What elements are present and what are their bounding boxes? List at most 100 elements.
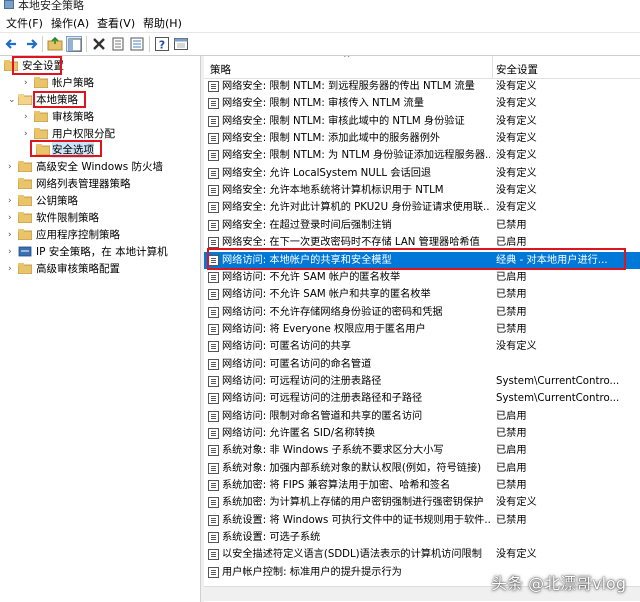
table-row[interactable]: 系统设置: 可选子系统 (204, 529, 640, 546)
back-icon[interactable] (4, 36, 20, 52)
policy-name: 网络安全: 限制 NTLM: 审核传入 NTLM 流量 (222, 98, 424, 110)
help-icon[interactable]: ? (154, 36, 170, 52)
table-row[interactable]: 网络访问: 可匿名访问的命名管道 (204, 356, 640, 373)
menu-action[interactable]: 操作(A) (51, 15, 89, 31)
menu-help[interactable]: 帮助(H) (143, 15, 182, 31)
chevron-right-icon[interactable]: › (8, 193, 18, 209)
toolbar-divider (86, 36, 87, 52)
tree-node-firewall[interactable]: › 高级安全 Windows 防火墙 (0, 159, 200, 175)
column-divider[interactable] (492, 56, 493, 78)
properties-icon[interactable] (110, 36, 126, 52)
annotation-box (33, 91, 86, 108)
table-row[interactable]: 网络访问: 将 Everyone 权限应用于匿名用户 已禁用 (204, 321, 640, 338)
table-row[interactable]: 网络安全: 在超过登录时间后强制注销 已禁用 (204, 217, 640, 234)
chevron-right-icon[interactable]: › (8, 227, 18, 243)
policy-name: 系统对象: 加强内部系统对象的默认权限(例如，符号链接) (222, 462, 482, 474)
table-row[interactable]: 系统对象: 加强内部系统对象的默认权限(例如，符号链接) 已启用 (204, 460, 640, 477)
policy-icon (208, 462, 219, 474)
policy-icon (208, 375, 219, 387)
tree-label: 公钥策略 (36, 195, 78, 207)
policy-setting: 已启用 (496, 462, 527, 474)
console-icon[interactable] (173, 36, 189, 52)
policy-name: 系统设置: 可选子系统 (222, 532, 321, 544)
policy-icon (208, 289, 219, 301)
policy-setting: 没有定义 (496, 341, 537, 353)
tree-node-advanced-audit[interactable]: › 高级审核策略配置 (0, 261, 200, 277)
table-row[interactable]: 网络安全: 允许本地系统将计算机标识用于 NTLM 没有定义 (204, 182, 640, 199)
toolbar: ? (0, 33, 640, 56)
policy-icon (208, 497, 219, 509)
export-list-icon[interactable] (129, 36, 145, 52)
tree-node-local-policy[interactable]: ⌄ 本地策略 (0, 92, 200, 108)
table-row[interactable]: 系统对象: 非 Windows 子系统不要求区分大小写 已启用 (204, 442, 640, 459)
policy-setting: 没有定义 (496, 81, 537, 92)
table-row[interactable]: 网络访问: 可匿名访问的共享 没有定义 (204, 338, 640, 355)
tree-label: IP 安全策略，在 本地计算机 (36, 246, 168, 258)
tree-node-app-control[interactable]: › 应用程序控制策略 (0, 227, 200, 243)
policy-icon (208, 410, 219, 422)
delete-icon[interactable] (91, 36, 107, 52)
column-header-policy[interactable]: 策略 (210, 62, 231, 77)
chevron-down-icon[interactable]: ⌄ (8, 92, 18, 108)
up-folder-icon[interactable] (47, 36, 63, 52)
policy-icon (208, 150, 219, 162)
policy-name: 系统设置: 将 Windows 可执行文件中的证书规则用于软件... (222, 514, 490, 526)
table-row[interactable]: 系统加密: 将 FIPS 兼容算法用于加密、哈希和签名 已禁用 (204, 477, 640, 494)
policy-name: 以安全描述符定义语言(SDDL)语法表示的计算机访问限制 (222, 549, 482, 561)
policy-setting: 没有定义 (496, 202, 537, 214)
policy-icon (208, 219, 219, 231)
table-row[interactable]: 网络访问: 可远程访问的注册表路径和子路径 System\CurrentContr… (204, 390, 640, 407)
annotation-box (12, 56, 62, 75)
chevron-right-icon[interactable]: › (24, 75, 34, 91)
policy-setting: 已禁用 (496, 289, 527, 301)
table-row[interactable]: 网络安全: 限制 NTLM: 审核此域中的 NTLM 身份验证 没有定义 (204, 113, 640, 130)
chevron-right-icon[interactable]: › (8, 210, 18, 226)
annotation-box (30, 140, 102, 157)
policy-name: 网络访问: 允许匿名 SID/名称转换 (222, 428, 375, 439)
table-row[interactable]: 系统加密: 为计算机上存储的用户密钥强制进行强密钥保护 没有定义 (204, 494, 640, 511)
table-row[interactable]: 网络访问: 可远程访问的注册表路径 System\CurrentContro... (204, 373, 640, 390)
policy-icon (208, 566, 219, 578)
policy-icon (208, 428, 219, 439)
table-row[interactable]: 网络安全: 允许 LocalSystem NULL 会话回退 没有定义 (204, 165, 640, 182)
table-row[interactable]: 网络访问: 不允许存储网络身份验证的密码和凭据 已禁用 (204, 304, 640, 321)
policy-name: 网络访问: 不允许存储网络身份验证的密码和凭据 (222, 306, 443, 318)
show-tree-icon[interactable] (66, 36, 82, 52)
table-row[interactable]: 网络访问: 允许匿名 SID/名称转换 已禁用 (204, 425, 640, 442)
forward-icon[interactable] (23, 36, 39, 52)
tree-node-public-key[interactable]: › 公钥策略 (0, 193, 200, 209)
menu-view[interactable]: 查看(V) (97, 15, 135, 31)
table-row[interactable]: 以安全描述符定义语言(SDDL)语法表示的计算机访问限制 没有定义 (204, 546, 640, 563)
policy-setting: 已禁用 (496, 219, 527, 231)
policy-name: 网络安全: 允许对此计算机的 PKU2U 身份验证请求使用联... (222, 202, 490, 214)
policy-icon (208, 202, 219, 214)
table-row[interactable]: 系统设置: 将 Windows 可执行文件中的证书规则用于软件... 已禁用 (204, 512, 640, 529)
chevron-right-icon[interactable]: › (8, 261, 18, 277)
table-row[interactable]: 网络安全: 允许对此计算机的 PKU2U 身份验证请求使用联... 没有定义 (204, 199, 640, 216)
chevron-right-icon[interactable]: › (8, 244, 18, 260)
policy-icon (208, 341, 219, 353)
policy-icon (208, 185, 219, 197)
toolbar-divider (42, 36, 43, 52)
chevron-right-icon[interactable]: › (24, 109, 34, 125)
table-row[interactable]: 网络访问: 不允许 SAM 帐户和共享的匿名枚举 已禁用 (204, 286, 640, 303)
policy-setting: System\CurrentContro... (496, 375, 620, 387)
policy-name: 网络访问: 限制对命名管道和共享的匿名访问 (222, 410, 423, 422)
column-header-setting[interactable]: 安全设置 (496, 62, 538, 77)
policy-setting: 已启用 (496, 271, 527, 283)
table-row[interactable]: 网络安全: 限制 NTLM: 审核传入 NTLM 流量 没有定义 (204, 95, 640, 112)
table-row[interactable]: 网络安全: 限制 NTLM: 添加此域中的服务器例外 没有定义 (204, 130, 640, 147)
tree-node-account-policy[interactable]: › 帐户策略 (0, 75, 200, 91)
policy-name: 网络访问: 将 Everyone 权限应用于匿名用户 (222, 323, 426, 335)
tree-node-ip-security[interactable]: › IP 安全策略，在 本地计算机 (0, 244, 200, 260)
chevron-right-icon[interactable]: › (8, 159, 18, 175)
table-row[interactable]: 网络安全: 限制 NTLM: 到远程服务器的传出 NTLM 流量 没有定义 (204, 78, 640, 95)
menu-file[interactable]: 文件(F) (6, 15, 43, 31)
table-row[interactable]: 网络访问: 限制对命名管道和共享的匿名访问 已启用 (204, 408, 640, 425)
tree-node-network-list[interactable]: 网络列表管理器策略 (0, 176, 200, 192)
policy-icon (208, 98, 219, 110)
tree-node-software-restriction[interactable]: › 软件限制策略 (0, 210, 200, 226)
table-row[interactable]: 网络安全: 限制 NTLM: 为 NTLM 身份验证添加远程服务器... 没有定义 (204, 147, 640, 164)
tree-node-audit-policy[interactable]: › 审核策略 (0, 109, 200, 125)
table-row[interactable]: 网络访问: 不允许 SAM 帐户的匿名枚举 已启用 (204, 269, 640, 286)
